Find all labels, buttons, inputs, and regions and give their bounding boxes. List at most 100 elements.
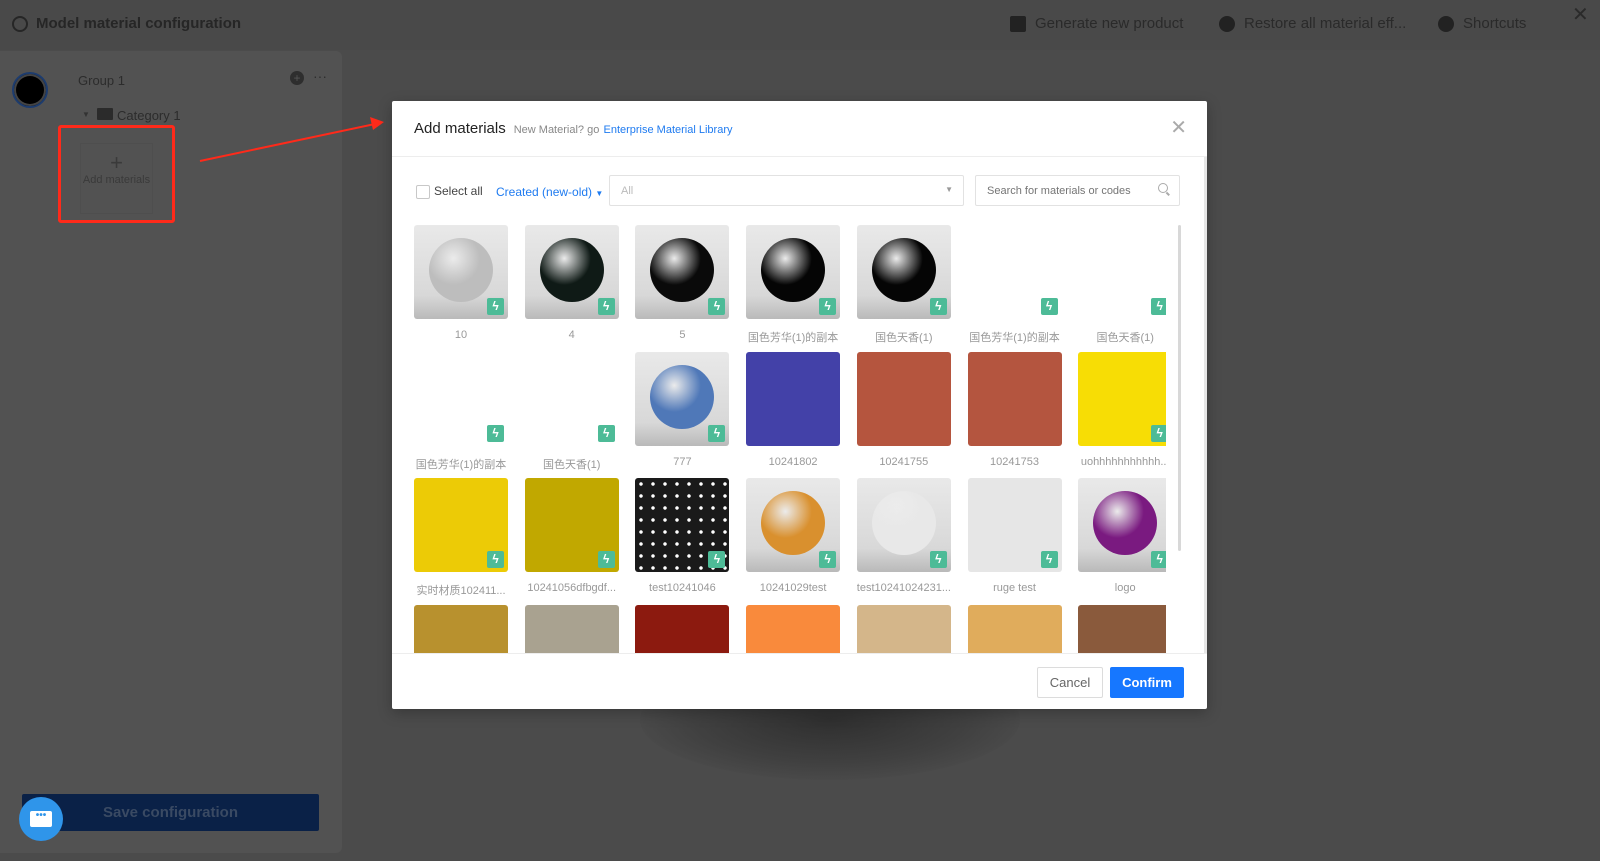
material-type-badge-icon: ϟ	[929, 298, 947, 315]
select-all-label[interactable]: Select all	[434, 184, 483, 198]
material-thumbnail	[967, 351, 1062, 446]
material-tile[interactable]	[414, 604, 508, 653]
material-tile[interactable]	[746, 604, 841, 653]
material-tile[interactable]: ϟ 国色芳华(1)的副本	[746, 225, 841, 345]
material-tile[interactable]: ϟ4	[524, 225, 619, 341]
material-type-badge-icon: ϟ	[487, 424, 504, 442]
material-tile[interactable]: ϟ 国色芳华(1)的副本	[967, 225, 1062, 345]
generate-label: Generate new product	[1035, 15, 1184, 32]
chat-bubble-icon: •••	[30, 811, 52, 827]
select-all-checkbox[interactable]	[416, 185, 430, 199]
chat-button[interactable]: •••	[19, 797, 63, 841]
material-thumbnail: ϟ	[856, 478, 951, 572]
material-label: 国色天香(1)	[1096, 332, 1154, 344]
material-label: uohhhhhhhhhhh...	[1080, 455, 1166, 468]
category-filter-select[interactable]: All ▼	[609, 175, 964, 206]
material-label: 国色天香(1)	[875, 332, 933, 344]
material-tile[interactable]: ϟ 国色芳华(1)的副本	[414, 351, 508, 472]
material-label: 10241753	[990, 455, 1039, 468]
chevron-down-icon: ▼	[945, 185, 953, 194]
material-thumbnail: ϟ	[1078, 478, 1166, 572]
shortcuts-label: Shortcuts	[1463, 15, 1527, 32]
material-type-badge-icon: ϟ	[929, 551, 947, 568]
material-tile[interactable]: ϟ 10	[414, 225, 508, 341]
material-tile[interactable]: ϟ ruge test	[967, 478, 1062, 594]
material-sphere	[761, 491, 826, 555]
material-sphere	[761, 238, 826, 302]
material-tile[interactable]	[1078, 604, 1166, 653]
restore-button[interactable]: Restore all material eff...	[1219, 15, 1406, 32]
grid-scrollbar[interactable]	[1178, 225, 1181, 551]
material-thumbnail: ϟ	[635, 478, 730, 572]
material-type-badge-icon: ϟ	[597, 298, 615, 315]
material-tile[interactable]: ϟ5	[635, 225, 730, 341]
material-type-badge-icon: ϟ	[1040, 551, 1058, 568]
material-tile[interactable]: ϟ test10241024231...	[856, 478, 951, 594]
material-tile[interactable]	[524, 604, 619, 653]
material-type-badge-icon: ϟ	[708, 424, 726, 442]
material-tile[interactable]: 10241753	[967, 351, 1062, 468]
material-thumbnail	[856, 604, 951, 653]
enterprise-library-link[interactable]: Enterprise Material Library	[603, 124, 732, 136]
save-configuration-button[interactable]: Save configuration	[22, 794, 319, 831]
material-thumbnail: ϟ	[414, 225, 508, 319]
add-materials-modal: Add materials New Material? go Enterprise…	[392, 101, 1207, 709]
material-thumbnail	[414, 604, 508, 653]
modal-scrollbar[interactable]	[1204, 157, 1207, 653]
material-label: test10241024231...	[856, 582, 951, 594]
material-label: 国色芳华(1)的副本	[415, 458, 507, 471]
close-icon[interactable]: ✕	[1572, 2, 1589, 27]
material-thumbnail	[967, 604, 1062, 653]
search-input[interactable]	[975, 175, 1180, 206]
material-tile[interactable]: ϟ 国色天香(1)	[524, 351, 619, 472]
material-type-badge-icon: ϟ	[1151, 298, 1166, 315]
material-tile[interactable]: ϟ 国色天香(1)	[856, 225, 951, 345]
material-label: 10	[454, 329, 468, 341]
material-type-badge-icon: ϟ	[597, 424, 615, 442]
material-tile[interactable]	[967, 604, 1062, 653]
material-thumbnail	[746, 604, 841, 653]
material-tile[interactable]: ϟ uohhhhhhhhhhh...	[1078, 351, 1166, 468]
material-sphere	[429, 238, 493, 302]
generate-product-button[interactable]: Generate new product	[1010, 15, 1183, 32]
modal-title: Add materials New Material? go Enterprise…	[414, 120, 732, 137]
material-type-badge-icon: ϟ	[487, 551, 504, 568]
material-tile[interactable]	[856, 604, 951, 653]
material-thumbnail: ϟ	[414, 351, 508, 446]
material-type-badge-icon: ϟ	[597, 551, 615, 568]
material-label: ruge test	[993, 582, 1036, 594]
material-thumbnail: ϟ	[746, 225, 841, 319]
material-tile[interactable]	[635, 604, 730, 653]
confirm-button[interactable]: Confirm	[1110, 667, 1184, 698]
material-tile[interactable]: 10241802	[746, 351, 841, 468]
material-tile[interactable]: ϟ logo	[1078, 478, 1166, 594]
shortcuts-button[interactable]: Shortcuts	[1438, 15, 1526, 32]
material-sphere	[539, 238, 604, 302]
restore-icon	[1219, 15, 1235, 32]
modal-close-icon[interactable]: ✕	[1170, 118, 1187, 138]
material-tile[interactable]: ϟ test10241046	[635, 478, 730, 594]
material-thumbnail: ϟ	[524, 351, 619, 446]
material-thumbnail: ϟ	[1078, 351, 1166, 446]
material-sphere	[650, 238, 715, 302]
material-tile[interactable]: ϟ 777	[635, 351, 730, 468]
material-type-badge-icon: ϟ	[1151, 551, 1166, 568]
material-tile[interactable]: ϟ 实时材质102411...	[414, 478, 508, 598]
modal-title-text: Add materials	[414, 120, 506, 137]
material-tile[interactable]: ϟ 国色天香(1)	[1078, 225, 1166, 345]
material-label: logo	[1114, 582, 1136, 594]
cancel-button[interactable]: Cancel	[1037, 667, 1103, 698]
material-thumbnail: ϟ	[967, 478, 1062, 572]
material-tile[interactable]: 10241755	[856, 351, 951, 468]
sort-dropdown[interactable]: Created (new-old) ▼	[496, 185, 603, 199]
material-label: 777	[673, 455, 692, 468]
material-tile[interactable]: ϟ 10241056dfbgdf...	[524, 478, 619, 594]
material-thumbnail: ϟ	[1078, 225, 1166, 319]
material-label: 10241056dfbgdf...	[527, 582, 617, 594]
material-tile[interactable]: ϟ 10241029test	[746, 478, 841, 594]
restore-label: Restore all material eff...	[1244, 15, 1407, 32]
search-icon[interactable]	[1158, 183, 1168, 193]
material-thumbnail	[635, 604, 730, 653]
material-type-badge-icon: ϟ	[708, 551, 726, 568]
material-thumbnail: ϟ	[635, 225, 730, 319]
